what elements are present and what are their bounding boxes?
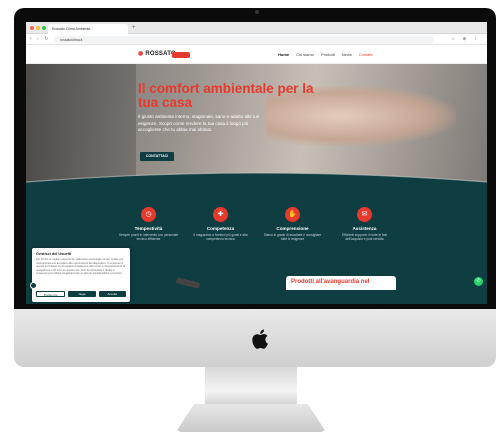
nav-item-prodotti[interactable]: Prodotti — [321, 52, 335, 57]
nav-buttons[interactable]: ‹ › ↻ — [30, 36, 50, 42]
close-window-icon[interactable] — [30, 26, 34, 30]
handshake-icon: ✋ — [285, 207, 300, 222]
feature-title: Tempestività — [134, 226, 163, 231]
tool-image — [175, 277, 201, 289]
whatsapp-icon[interactable]: ✆ — [474, 277, 483, 286]
hero-text: Il giusto ambiente interno, stagionale, … — [138, 114, 260, 133]
camera-icon — [255, 10, 259, 14]
monitor-stand-neck — [205, 367, 297, 407]
support-icon: ✉ — [357, 207, 372, 222]
monitor-stand-base — [176, 404, 326, 432]
feature-assistenza: ✉ Assistenza Efficienti supporto in tutt… — [334, 207, 396, 277]
imac-mockup: Rossato Clima Ambiente... + ‹ › ↻ rossat… — [0, 0, 496, 435]
maximize-window-icon[interactable] — [42, 26, 46, 30]
cookie-text: Per fornire le migliori esperienze, util… — [36, 258, 126, 276]
cookie-accept-button[interactable]: Accetta — [98, 291, 126, 297]
browser-tab[interactable]: Rossato Clima Ambiente... — [48, 24, 128, 34]
feature-desc: Efficienti supporto in tutte le fasi del… — [342, 233, 387, 242]
cookie-preferences-button[interactable]: Preferenze — [36, 291, 66, 297]
minimize-window-icon[interactable] — [36, 26, 40, 30]
feature-title: Comprensione — [276, 226, 309, 231]
contattaci-button[interactable]: CONTATTACI — [140, 152, 174, 161]
logo-badge — [172, 52, 190, 58]
skill-icon: ✚ — [213, 207, 228, 222]
site-logo[interactable]: ◉ ROSSATO — [138, 50, 176, 57]
feature-title: Assistenza — [352, 226, 377, 231]
cookie-deny-button[interactable]: Nega — [68, 291, 96, 297]
cookie-buttons: Preferenze Nega Accetta — [36, 291, 126, 297]
window-controls — [30, 26, 46, 30]
nav-item-news[interactable]: News — [342, 52, 352, 57]
hero-title: Il comfort ambientale per la tua casa — [138, 81, 314, 110]
cookie-settings-icon[interactable] — [30, 282, 37, 289]
toolbar-icons[interactable]: ☆ ⊕ ⋮ — [451, 36, 481, 42]
nav-item-chi-siamo[interactable]: Chi siamo — [296, 52, 314, 57]
clock-icon: ◷ — [141, 207, 156, 222]
feature-desc: Siamo in grado di ascoltare e consigliar… — [263, 233, 322, 242]
browser-screen: Rossato Clima Ambiente... + ‹ › ↻ rossat… — [26, 22, 487, 304]
feature-competenza: ✚ Competenza Il magazzino a fornitori pi… — [190, 207, 252, 277]
cookie-consent-dialog: Gestisci del Usuefti Per fornire le migl… — [32, 248, 130, 302]
nav-item-home[interactable]: Home — [278, 52, 289, 57]
cookie-title: Gestisci del Usuefti — [36, 252, 72, 256]
feature-title: Competenza — [206, 226, 235, 231]
main-nav: Home Chi siamo Prodotti News Contatti — [278, 52, 373, 57]
site-header: ◉ ROSSATO Home Chi siamo Prodotti News C… — [26, 45, 487, 64]
hero-wave-divider — [26, 172, 487, 212]
feature-desc: Sempre pronti in intervento con personal… — [118, 233, 179, 242]
address-bar: ‹ › ↻ rossatoclima.it ☆ ⊕ ⋮ — [26, 34, 487, 45]
nav-item-contatti[interactable]: Contatti — [359, 52, 373, 57]
apple-logo-icon — [252, 329, 268, 349]
feature-desc: Il magazzino a fornitori più giusti e al… — [193, 233, 248, 242]
url-input[interactable]: rossatoclima.it — [54, 36, 434, 43]
feature-comprensione: ✋ Comprensione Siamo in grado di ascolta… — [262, 207, 324, 277]
promo-banner: Prodotti all'avanguardia nel — [286, 276, 396, 290]
new-tab-button[interactable]: + — [132, 24, 136, 32]
tab-bar: Rossato Clima Ambiente... + — [26, 22, 487, 34]
